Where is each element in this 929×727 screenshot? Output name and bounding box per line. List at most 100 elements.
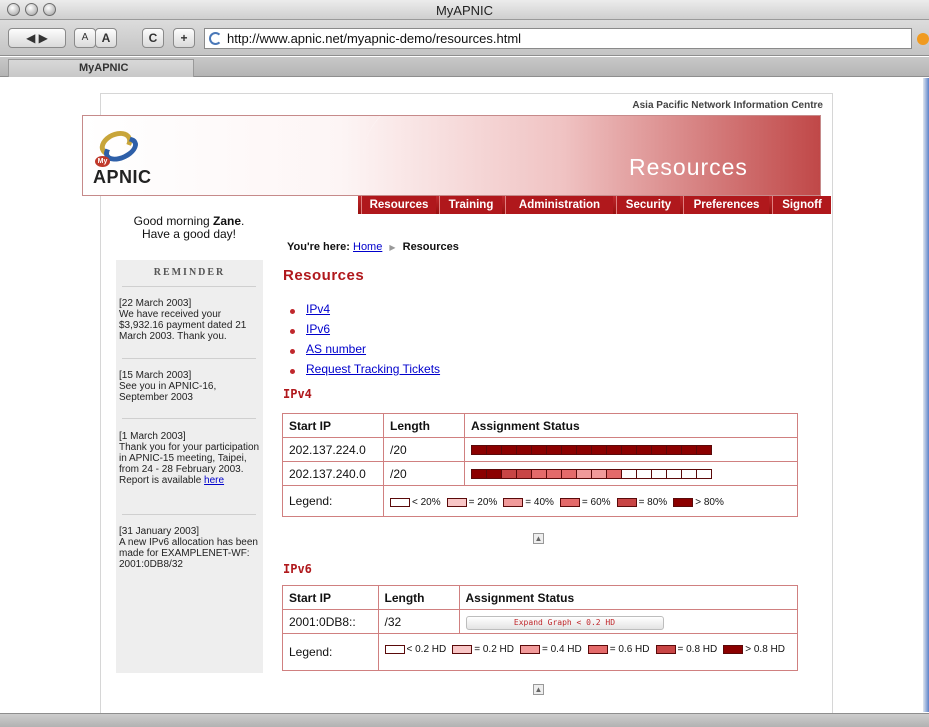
- arrow-up-icon[interactable]: ▲: [533, 684, 544, 695]
- reminder-text: We have received your $3,932.16 payment …: [119, 309, 247, 342]
- assignment-status-cell: Expand Graph < 0.2 HD: [458, 609, 798, 634]
- reminder-date: [1 March 2003]: [119, 431, 186, 442]
- link-ipv4[interactable]: IPv4: [306, 302, 330, 316]
- status-segment: [576, 469, 592, 480]
- page-title: Resources: [283, 267, 365, 284]
- status-segment: [621, 469, 637, 480]
- reminder-text: Thank you for your participation in APNI…: [119, 442, 260, 486]
- status-segment: [636, 445, 652, 456]
- greeting-line2: Have a good day!: [141, 227, 237, 241]
- status-segment: [546, 445, 562, 456]
- legend-swatch: [655, 644, 676, 654]
- reload-button[interactable]: C: [142, 28, 164, 48]
- bullet-icon: [290, 369, 295, 374]
- breadcrumb-separator-icon: ▶: [389, 243, 396, 252]
- status-segment: [576, 445, 592, 456]
- legend-swatch: [587, 644, 608, 654]
- link-as-number[interactable]: AS number: [306, 342, 366, 356]
- status-segment: [501, 445, 517, 456]
- larger-text-button[interactable]: A: [95, 28, 117, 48]
- greeting-suffix: .: [241, 214, 245, 228]
- back-forward-button[interactable]: ◀ ▶: [8, 28, 66, 48]
- legend-row: Legend: < 20% = 20% = 40% = 60% = 80% > 80%: [282, 485, 798, 517]
- tab-myapnic[interactable]: MyAPNIC: [8, 59, 194, 77]
- address-bar[interactable]: http://www.apnic.net/myapnic-demo/resour…: [204, 28, 912, 49]
- reminder-date: [22 March 2003]: [119, 298, 192, 309]
- legend-swatch: [673, 497, 694, 507]
- org-name: Asia Pacific Network Information Centre: [632, 100, 823, 111]
- nav-preferences[interactable]: Preferences: [683, 196, 769, 214]
- legend-item: = 20%: [446, 497, 497, 508]
- status-segment: [681, 445, 697, 456]
- legend-swatch: [446, 497, 467, 507]
- arrow-up-icon[interactable]: ▲: [533, 533, 544, 544]
- legend-text: = 60%: [581, 497, 611, 508]
- legend-item: = 80%: [616, 497, 667, 508]
- status-segment: [471, 445, 487, 456]
- legend-text: = 0.8 HD: [677, 644, 718, 655]
- legend: < 0.2 HD = 0.2 HD = 0.4 HD = 0.6 HD = 0.8 HD…: [377, 633, 798, 671]
- nav-training[interactable]: Training: [439, 196, 502, 214]
- scrollbar[interactable]: [923, 78, 929, 712]
- table-header-row: Start IP Length Assignment Status: [282, 413, 798, 438]
- assignment-status-bar: [464, 461, 798, 486]
- column-header: Start IP: [282, 413, 384, 438]
- greeting-prefix: Good morning: [133, 214, 210, 228]
- reminder-divider: [122, 514, 256, 515]
- table-row: 2001:0DB8:: /32 Expand Graph < 0.2 HD: [282, 609, 798, 634]
- reminder-date: [31 January 2003]: [119, 526, 200, 537]
- reminder-item: [1 March 2003] Thank you for your partic…: [119, 431, 262, 486]
- smaller-text-button[interactable]: A: [74, 28, 96, 48]
- header-banner: My APNIC Resources: [82, 115, 821, 196]
- legend-item: = 0.6 HD: [587, 644, 650, 655]
- add-bookmark-button[interactable]: +: [173, 28, 195, 48]
- logo-text: APNIC: [93, 167, 152, 187]
- legend-swatch: [390, 497, 410, 507]
- legend-item: = 40%: [503, 497, 554, 508]
- length: /20: [383, 437, 465, 462]
- legend-item: = 0.8 HD: [655, 644, 718, 655]
- legend-label: Legend:: [282, 633, 379, 671]
- nav-administration[interactable]: Administration: [505, 196, 613, 214]
- legend-item: > 0.8 HD: [723, 644, 785, 655]
- column-header: Length: [377, 585, 460, 610]
- banner-title: Resources: [629, 154, 748, 180]
- breadcrumb-current: Resources: [402, 241, 459, 253]
- address-bar-url: http://www.apnic.net/myapnic-demo/resour…: [227, 31, 522, 46]
- legend-text: < 20%: [412, 497, 441, 508]
- legend-item: = 60%: [559, 497, 611, 508]
- nav-signoff[interactable]: Signoff: [772, 196, 831, 214]
- ipv4-heading: IPv4: [283, 387, 312, 401]
- link-request-tracking-tickets[interactable]: Request Tracking Tickets: [306, 362, 440, 376]
- column-header: Assignment Status: [458, 585, 798, 610]
- status-segment: [636, 469, 652, 480]
- legend-item: < 0.2 HD: [384, 644, 446, 655]
- link-ipv6[interactable]: IPv6: [306, 322, 330, 336]
- reminder-divider: [122, 418, 256, 419]
- start-ip: 202.137.240.0: [282, 461, 384, 486]
- nav-security[interactable]: Security: [616, 196, 680, 214]
- legend-swatch: [384, 644, 405, 654]
- expand-graph-button[interactable]: Expand Graph < 0.2 HD: [465, 615, 664, 630]
- legend-item: = 0.2 HD: [452, 644, 514, 655]
- greeting: Good morning Zane. Have a good day!: [116, 215, 262, 241]
- status-segment: [546, 469, 562, 480]
- rss-icon[interactable]: [917, 33, 929, 45]
- column-header: Start IP: [282, 585, 379, 610]
- legend-swatch: [452, 644, 473, 654]
- status-segment: [516, 469, 532, 480]
- status-segment: [681, 469, 697, 480]
- status-segment: [696, 445, 712, 456]
- status-segment: [561, 469, 577, 480]
- legend-swatch: [559, 497, 580, 507]
- legend-swatch: [503, 497, 524, 507]
- breadcrumb-home-link[interactable]: Home: [353, 241, 382, 253]
- legend-row: Legend: < 0.2 HD = 0.2 HD = 0.4 HD = 0.6 HD…: [282, 633, 798, 671]
- web-page: Asia Pacific Network Information Centre …: [0, 78, 922, 713]
- assignment-status-bar: [464, 437, 798, 462]
- reminder-report-link[interactable]: here: [204, 475, 224, 486]
- reminder-divider: [122, 358, 256, 359]
- reminder-title: REMINDER: [153, 267, 226, 278]
- nav-resources[interactable]: Resources: [361, 196, 436, 214]
- legend-text: = 0.2 HD: [474, 644, 514, 655]
